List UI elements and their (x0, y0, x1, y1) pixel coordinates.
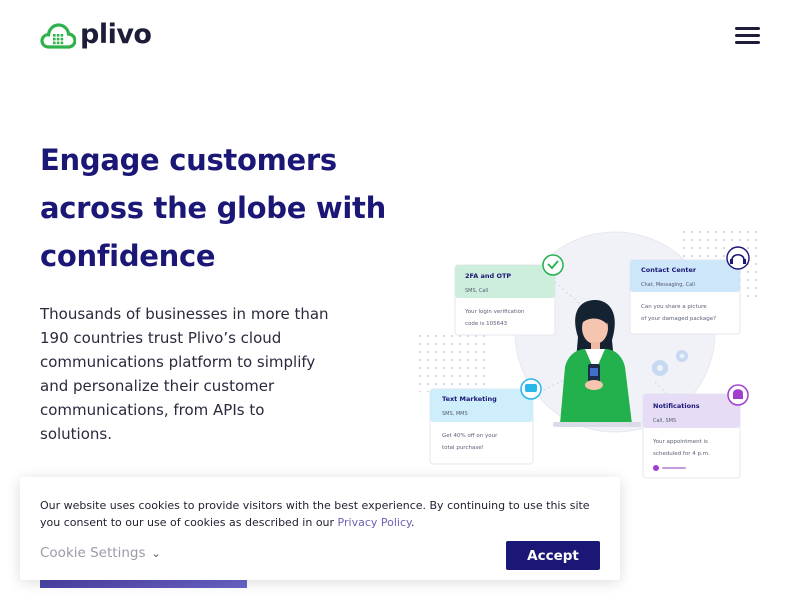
card-text-marketing: Text Marketing SMS, MMS Get 40% off on y… (429, 378, 542, 465)
hero-description: Thousands of businesses in more than 190… (40, 305, 329, 443)
chevron-down-icon: ⌄ (151, 546, 161, 560)
logo-wordmark: plivo (80, 19, 152, 50)
card-line: code is 105643 (465, 321, 508, 327)
cookie-settings-label: Cookie Settings (40, 545, 146, 561)
card-2fa-otp: 2FA and OTP SMS, Call Your login verific… (454, 254, 564, 336)
dot-pattern (415, 332, 490, 392)
card-line: Get 40% off on your (442, 433, 498, 439)
card-subtitle: Chat, Messaging, Call (641, 282, 695, 288)
card-line: Can you share a picture (641, 304, 707, 310)
cookie-settings-toggle[interactable]: Cookie Settings ⌄ (40, 545, 161, 561)
hero-title: Engage customers across the globe with c… (40, 143, 386, 273)
card-title: Notifications (653, 402, 700, 410)
play-icon (653, 465, 659, 471)
card-subtitle: Call, SMS (653, 418, 676, 424)
cookie-message: Our website uses cookies to provide visi… (40, 499, 590, 529)
card-subtitle: SMS, Call (465, 288, 488, 294)
site-header: plivo (0, 0, 800, 70)
hero-illustration: 2FA and OTP SMS, Call Your login verific… (415, 227, 760, 479)
logo-cloud-icon (40, 23, 76, 49)
accept-cookies-button[interactable]: Accept (506, 541, 600, 570)
card-title: Text Marketing (442, 395, 497, 403)
card-line: total purchase! (442, 445, 484, 451)
shield-check-icon (542, 254, 564, 276)
card-line: Your login verification (464, 309, 525, 315)
headset-icon (726, 246, 750, 270)
plivo-logo[interactable]: plivo (40, 20, 152, 50)
card-contact-center: Contact Center Chat, Messaging, Call Can… (629, 246, 750, 335)
privacy-policy-link[interactable]: Privacy Policy (338, 516, 411, 529)
cookie-banner: Our website uses cookies to provide visi… (20, 477, 620, 580)
hamburger-menu-icon[interactable] (735, 27, 761, 45)
card-subtitle: SMS, MMS (442, 411, 468, 417)
card-line: of your damaged package? (641, 316, 716, 322)
card-title: 2FA and OTP (465, 272, 511, 280)
card-notifications: Notifications Call, SMS Your appointment… (642, 384, 749, 479)
card-line: Your appointment is (652, 439, 708, 445)
card-line: scheduled for 4 p.m. (653, 451, 710, 457)
card-title: Contact Center (641, 266, 697, 274)
